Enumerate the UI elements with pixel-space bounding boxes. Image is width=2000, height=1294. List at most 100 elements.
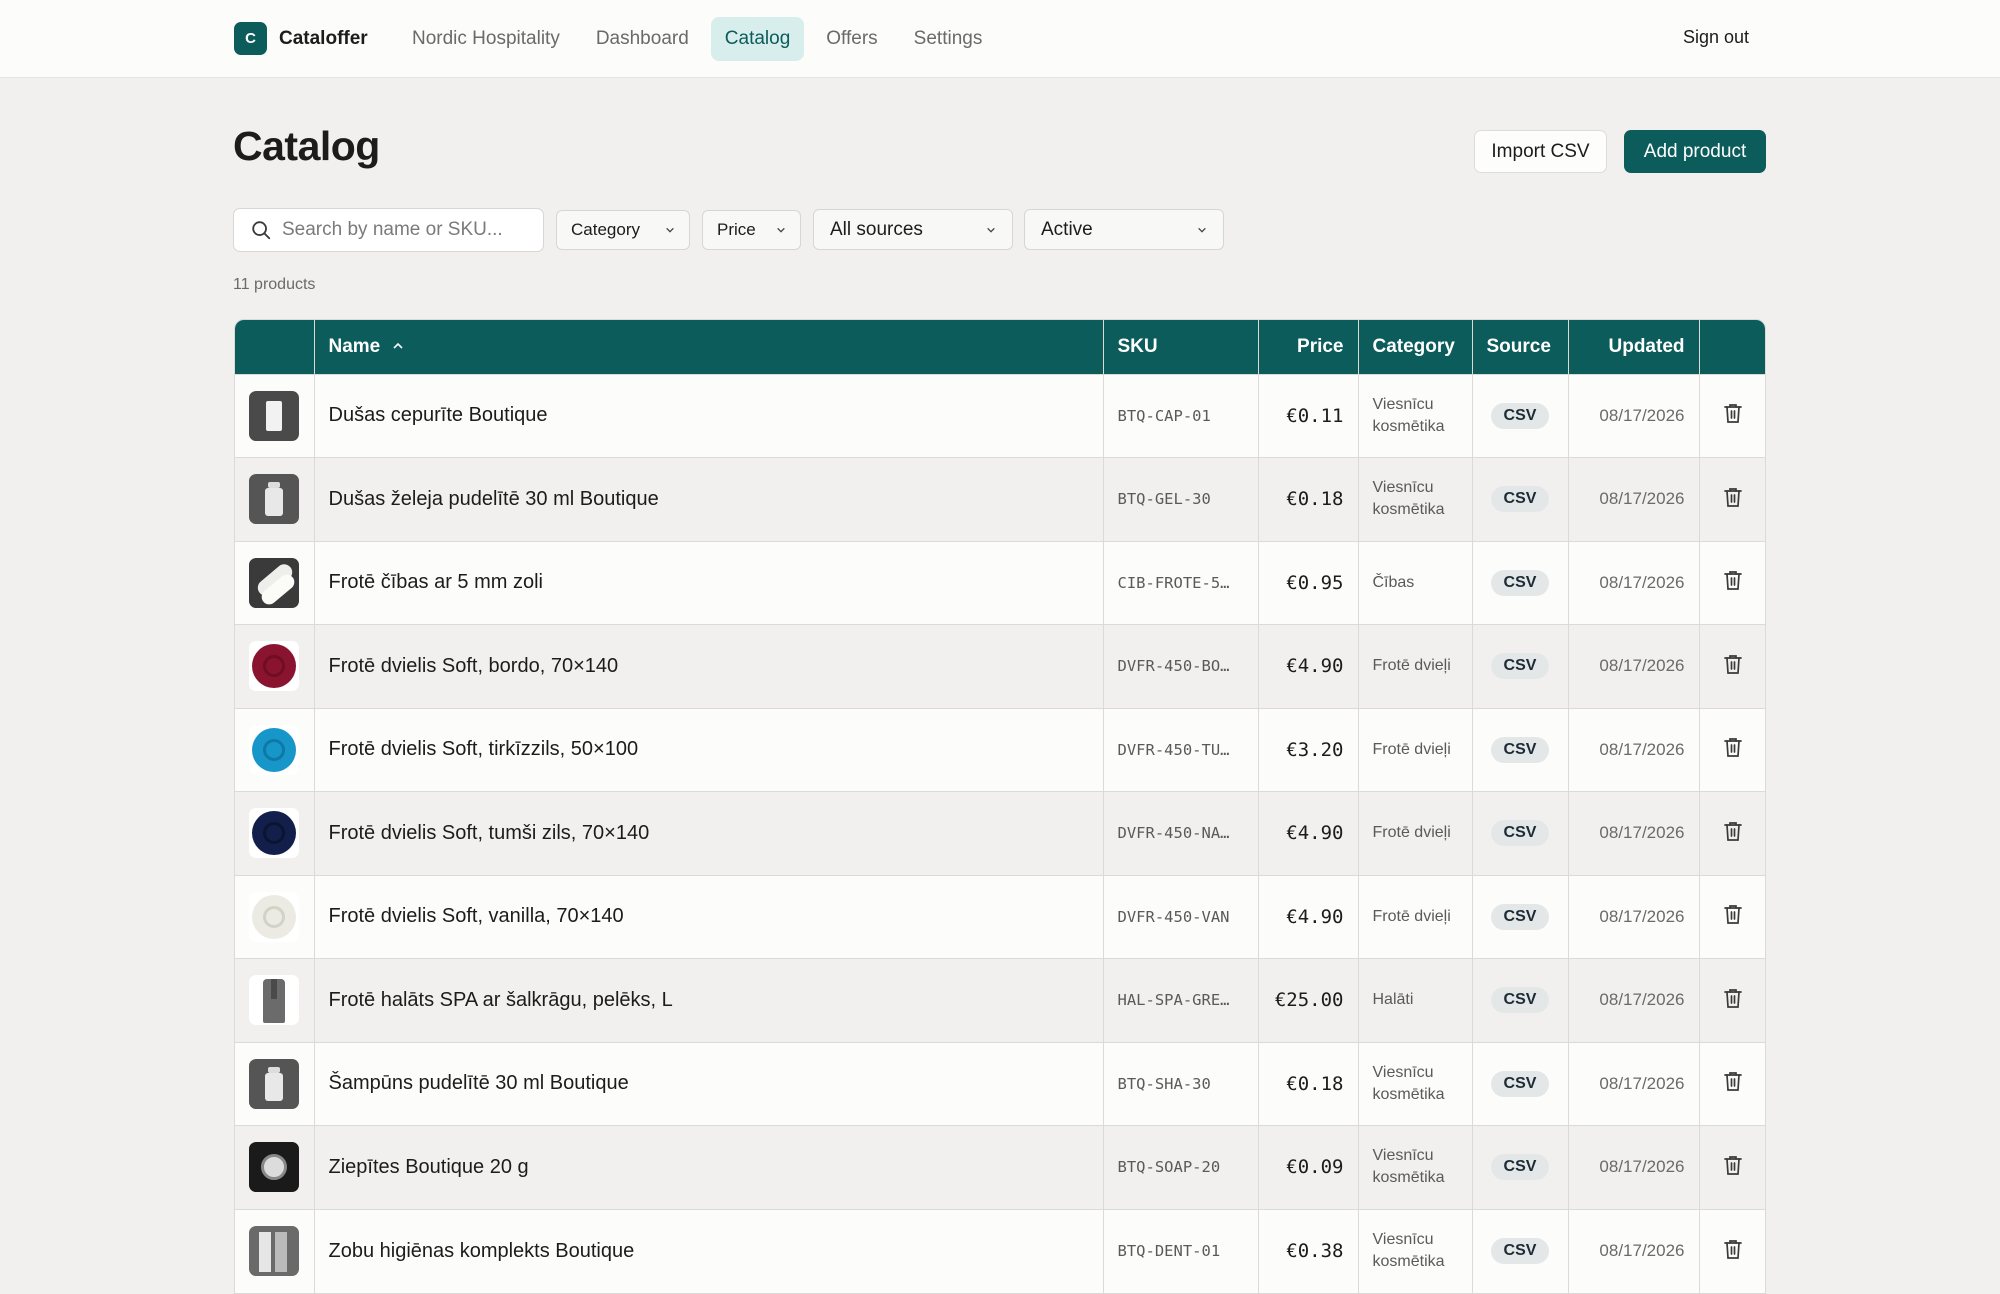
table-row[interactable]: Frotē halāts SPA ar šalkrāgu, pelēks, L H… — [235, 958, 1765, 1042]
price-filter[interactable]: Price — [702, 210, 801, 250]
delete-cell — [1699, 374, 1765, 458]
source-select[interactable]: All sources — [813, 209, 1013, 250]
product-name[interactable]: Šampūns pudelītē 30 ml Boutique — [314, 1042, 1104, 1126]
product-thumbnail[interactable] — [235, 891, 314, 942]
trash-icon[interactable] — [1723, 569, 1743, 596]
product-thumbnail[interactable] — [235, 1142, 314, 1193]
product-source-cell: CSV — [1472, 1125, 1569, 1209]
product-updated: 08/17/2026 — [1568, 374, 1700, 458]
trash-icon[interactable] — [1723, 987, 1743, 1014]
delete-cell — [1699, 625, 1765, 709]
sort-asc-icon[interactable] — [392, 340, 404, 352]
table-row[interactable]: Dušas želeja pudelītē 30 ml Boutique BTQ-… — [235, 457, 1765, 542]
trash-icon[interactable] — [1723, 1238, 1743, 1265]
trash-icon[interactable] — [1723, 1070, 1743, 1097]
product-name[interactable]: Dušas cepurīte Boutique — [314, 374, 1104, 458]
brand[interactable]: C Cataloffer — [234, 22, 368, 55]
trash-icon[interactable] — [1723, 486, 1743, 513]
nav-catalog[interactable]: Catalog — [710, 17, 805, 61]
table-row[interactable]: Frotē čības ar 5 mm zoli CIB-FROTE-5… €0.9… — [235, 541, 1765, 625]
col-updated[interactable]: Updated — [1568, 320, 1700, 374]
product-thumbnail[interactable] — [235, 390, 314, 441]
col-price[interactable]: Price — [1258, 320, 1359, 374]
product-thumbnail[interactable] — [235, 724, 314, 775]
sign-out-link[interactable]: Sign out — [1683, 27, 1749, 48]
product-category: Viesnīcu kosmētika — [1358, 1042, 1473, 1126]
status-select-value: Active — [1041, 218, 1093, 240]
source-badge: CSV — [1490, 820, 1550, 847]
product-thumbnail[interactable] — [235, 808, 314, 859]
product-thumbnail[interactable] — [235, 557, 314, 608]
nav-offers[interactable]: Offers — [812, 17, 891, 61]
table-row[interactable]: Frotē dvielis Soft, tirkīzzils, 50×100 DV… — [235, 708, 1765, 792]
trash-icon[interactable] — [1723, 903, 1743, 930]
delete-cell — [1699, 1042, 1765, 1126]
col-thumb — [235, 320, 315, 374]
product-name[interactable]: Ziepītes Boutique 20 g — [314, 1125, 1104, 1209]
product-updated: 08/17/2026 — [1568, 708, 1700, 792]
trash-icon[interactable] — [1723, 736, 1743, 763]
product-sku: CIB-FROTE-5… — [1103, 541, 1259, 625]
nav-settings[interactable]: Settings — [900, 17, 997, 61]
product-name[interactable]: Frotē dvielis Soft, tumši zils, 70×140 — [314, 791, 1104, 875]
table-row[interactable]: Ziepītes Boutique 20 g BTQ-SOAP-20 €0.09 Vi… — [235, 1125, 1765, 1209]
product-sku: BTQ-GEL-30 — [1103, 457, 1259, 541]
chevron-down-icon — [1198, 227, 1206, 233]
product-thumbnail[interactable] — [235, 1058, 314, 1109]
product-name[interactable]: Frotē dvielis Soft, bordo, 70×140 — [314, 624, 1104, 708]
product-updated: 08/17/2026 — [1568, 1042, 1700, 1126]
product-category: Viesnīcu kosmētika — [1358, 457, 1473, 541]
table-row[interactable]: Frotē dvielis Soft, tumši zils, 70×140 DV… — [235, 791, 1765, 875]
product-price: €4.90 — [1258, 875, 1359, 959]
product-thumbnail[interactable] — [235, 474, 314, 525]
product-count: 11 products — [233, 276, 316, 293]
status-select[interactable]: Active — [1024, 209, 1224, 250]
chevron-down-icon — [666, 227, 674, 233]
trash-icon[interactable] — [1723, 653, 1743, 680]
table-row[interactable]: Šampūns pudelītē 30 ml Boutique BTQ-SHA-3… — [235, 1042, 1765, 1126]
product-thumbnail[interactable] — [235, 641, 314, 692]
delete-cell — [1699, 458, 1765, 542]
col-sku[interactable]: SKU — [1103, 320, 1259, 374]
chevron-down-icon — [987, 227, 995, 233]
product-name[interactable]: Dušas želeja pudelītē 30 ml Boutique — [314, 457, 1104, 541]
product-name[interactable]: Frotē dvielis Soft, vanilla, 70×140 — [314, 875, 1104, 959]
product-source-cell: CSV — [1472, 1042, 1569, 1126]
product-thumbnail[interactable] — [235, 975, 314, 1026]
table-row[interactable]: Frotē dvielis Soft, bordo, 70×140 DVFR-45… — [235, 624, 1765, 709]
product-updated: 08/17/2026 — [1568, 624, 1700, 708]
table-row[interactable]: Zobu higiēnas komplekts Boutique BTQ-DENT… — [235, 1209, 1765, 1293]
add-product-button[interactable]: Add product — [1624, 130, 1766, 173]
table-row[interactable]: Dušas cepurīte Boutique BTQ-CAP-01 €0.11 Vi… — [235, 374, 1765, 458]
brand-logo: C — [234, 22, 267, 55]
trash-icon[interactable] — [1723, 402, 1743, 429]
trash-icon[interactable] — [1723, 1154, 1743, 1181]
nav-organization[interactable]: Nordic Hospitality — [398, 17, 574, 61]
col-category[interactable]: Category — [1358, 320, 1473, 374]
col-name[interactable]: Name — [314, 320, 1104, 374]
product-name[interactable]: Zobu higiēnas komplekts Boutique — [314, 1209, 1104, 1293]
delete-cell — [1699, 541, 1765, 625]
product-category: Halāti — [1358, 958, 1473, 1042]
product-updated: 08/17/2026 — [1568, 875, 1700, 959]
table-row[interactable]: Frotē dvielis Soft, vanilla, 70×140 DVFR-… — [235, 875, 1765, 959]
import-csv-button[interactable]: Import CSV — [1474, 130, 1607, 173]
product-name[interactable]: Frotē dvielis Soft, tirkīzzils, 50×100 — [314, 708, 1104, 792]
product-source-cell: CSV — [1472, 624, 1569, 708]
product-thumbnail-cell — [235, 708, 315, 792]
product-category: Frotē dvieļi — [1358, 875, 1473, 959]
product-name[interactable]: Frotē čības ar 5 mm zoli — [314, 541, 1104, 625]
nav-dashboard[interactable]: Dashboard — [582, 17, 703, 61]
trash-icon[interactable] — [1723, 820, 1743, 847]
col-source[interactable]: Source — [1472, 320, 1569, 374]
category-filter[interactable]: Category — [556, 210, 690, 250]
product-price: €0.95 — [1258, 541, 1359, 625]
source-badge: CSV — [1490, 486, 1550, 513]
product-name[interactable]: Frotē halāts SPA ar šalkrāgu, pelēks, L — [314, 958, 1104, 1042]
product-thumbnail[interactable] — [235, 1226, 314, 1276]
search-box[interactable] — [233, 208, 544, 252]
product-sku: DVFR-450-NA… — [1103, 791, 1259, 875]
search-input[interactable] — [282, 219, 532, 241]
product-thumbnail-cell — [235, 374, 315, 458]
table-body: Dušas cepurīte Boutique BTQ-CAP-01 €0.11 Vi… — [235, 374, 1765, 1293]
